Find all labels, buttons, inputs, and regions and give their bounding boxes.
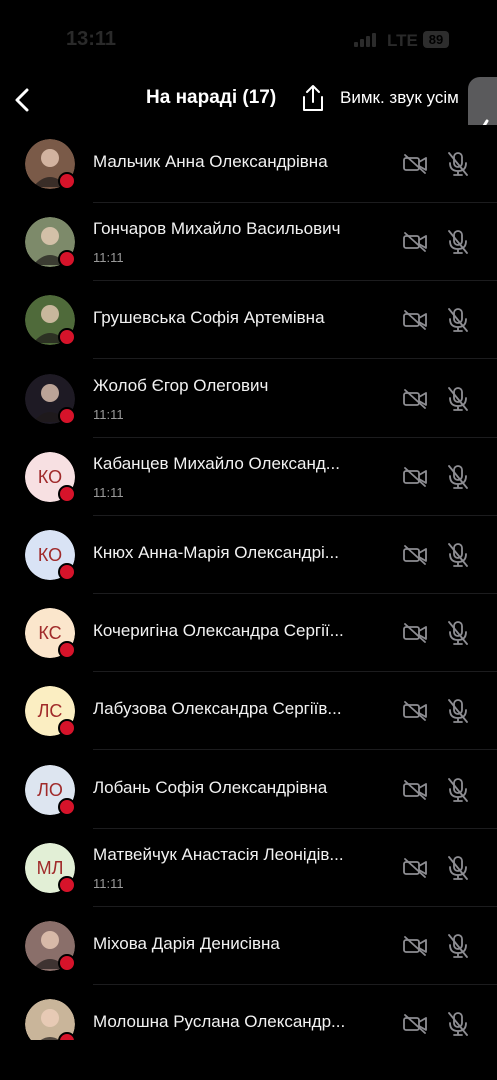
mute-all-button[interactable]: Вимк. звук усім [340, 88, 459, 108]
status-dot [58, 797, 76, 816]
mic-off-icon[interactable] [447, 855, 469, 881]
camera-off-icon[interactable] [402, 622, 428, 644]
status-dot [58, 563, 76, 581]
camera-off-icon[interactable] [402, 388, 428, 410]
status-dot [58, 250, 76, 269]
status-dot [58, 1032, 76, 1040]
participant-row[interactable]: КО Кнюх Анна-Марія Олександрі... [0, 516, 497, 594]
participant-name: Кабанцев Михайло Олександ... [93, 453, 340, 473]
camera-off-icon[interactable] [402, 153, 428, 175]
participant-row[interactable]: КС Кочеригіна Олександра Сергії... [0, 594, 497, 673]
mic-off-icon[interactable] [447, 620, 469, 646]
status-dot [58, 172, 76, 190]
meeting-header: На нараді (17) Вимк. звук усім [0, 75, 497, 125]
participant-name: Молошна Руслана Олександр... [93, 1012, 346, 1032]
participant-row[interactable]: Мальчик Анна Олександрівна [0, 125, 497, 203]
bottom-area [0, 1040, 497, 1080]
participant-name: Мальчик Анна Олександрівна [93, 152, 328, 171]
camera-off-icon[interactable] [402, 231, 428, 253]
status-bar: 13:11 LTE 89 [0, 0, 497, 75]
mic-off-icon[interactable] [447, 933, 469, 959]
camera-off-icon[interactable] [402, 700, 428, 722]
mic-off-icon[interactable] [447, 307, 469, 333]
participant-name: Кнюх Анна-Марія Олександрі... [93, 543, 339, 562]
mic-off-icon[interactable] [447, 151, 469, 177]
mic-off-icon[interactable] [447, 1011, 469, 1037]
back-icon[interactable] [8, 83, 38, 117]
network-label: LTE [387, 31, 418, 50]
participant-name: Матвейчук Анастасія Леонідів... [93, 844, 344, 864]
status-time: 13:11 [66, 28, 117, 50]
participant-row[interactable]: Грушевська Софія Артемівна [0, 281, 497, 360]
participant-name: Гончаров Михайло Васильович [93, 219, 341, 239]
camera-off-icon[interactable] [402, 309, 428, 331]
mic-off-icon[interactable] [447, 542, 469, 568]
camera-off-icon[interactable] [402, 857, 428, 879]
camera-off-icon[interactable] [402, 544, 428, 566]
camera-off-icon[interactable] [402, 1013, 428, 1035]
participant-name: Лабузова Олександра Сергіїв... [93, 699, 342, 719]
participant-row[interactable]: Жолоб Єгор Олегович 11:11 [0, 360, 497, 438]
participant-time: 11:11 [93, 406, 124, 422]
camera-off-icon[interactable] [402, 779, 428, 801]
status-dot [58, 954, 76, 972]
participant-row[interactable]: ЛО Лобань Софія Олександрівна [0, 751, 497, 829]
participant-row[interactable]: ЛС Лабузова Олександра Сергіїв... [0, 672, 497, 751]
participant-row[interactable]: МЛ Матвейчук Анастасія Леонідів... 11:11 [0, 829, 497, 907]
battery-icon: 89 [423, 31, 449, 48]
participant-row[interactable]: Гончаров Михайло Васильович 11:11 [0, 203, 497, 282]
mic-off-icon[interactable] [447, 777, 469, 803]
participant-name: Жолоб Єгор Олегович [93, 375, 269, 395]
participant-row[interactable]: Міхова Дарія Денисівна [0, 907, 497, 985]
status-dot [58, 328, 76, 347]
mic-off-icon[interactable] [447, 386, 469, 412]
status-dot [58, 875, 76, 894]
status-dot [58, 484, 76, 503]
status-dot [58, 641, 76, 660]
status-dot [58, 719, 76, 738]
participant-name: Лобань Софія Олександрівна [93, 777, 328, 797]
participant-time: 11:11 [93, 250, 124, 266]
share-icon[interactable] [300, 83, 326, 113]
participant-time: 11:11 [93, 875, 124, 891]
participant-list: Мальчик Анна Олександрівна Гончаров Михай… [0, 125, 497, 1040]
participant-row[interactable]: КО Кабанцев Михайло Олександ... 11:11 [0, 438, 497, 516]
participant-name: Міхова Дарія Денисівна [93, 934, 280, 953]
signal-icon [354, 33, 376, 47]
mic-off-icon[interactable] [447, 229, 469, 255]
participant-name: Грушевська Софія Артемівна [93, 308, 325, 328]
participant-time: 11:11 [93, 484, 124, 500]
page-title: На нараді (17) [146, 87, 277, 108]
mic-off-icon[interactable] [447, 698, 469, 724]
camera-off-icon[interactable] [402, 935, 428, 957]
camera-off-icon[interactable] [402, 466, 428, 488]
status-dot [58, 406, 76, 425]
participant-row[interactable]: Молошна Руслана Олександр... [0, 985, 497, 1040]
participant-name: Кочеригіна Олександра Сергії... [93, 621, 344, 641]
mic-off-icon[interactable] [447, 464, 469, 490]
